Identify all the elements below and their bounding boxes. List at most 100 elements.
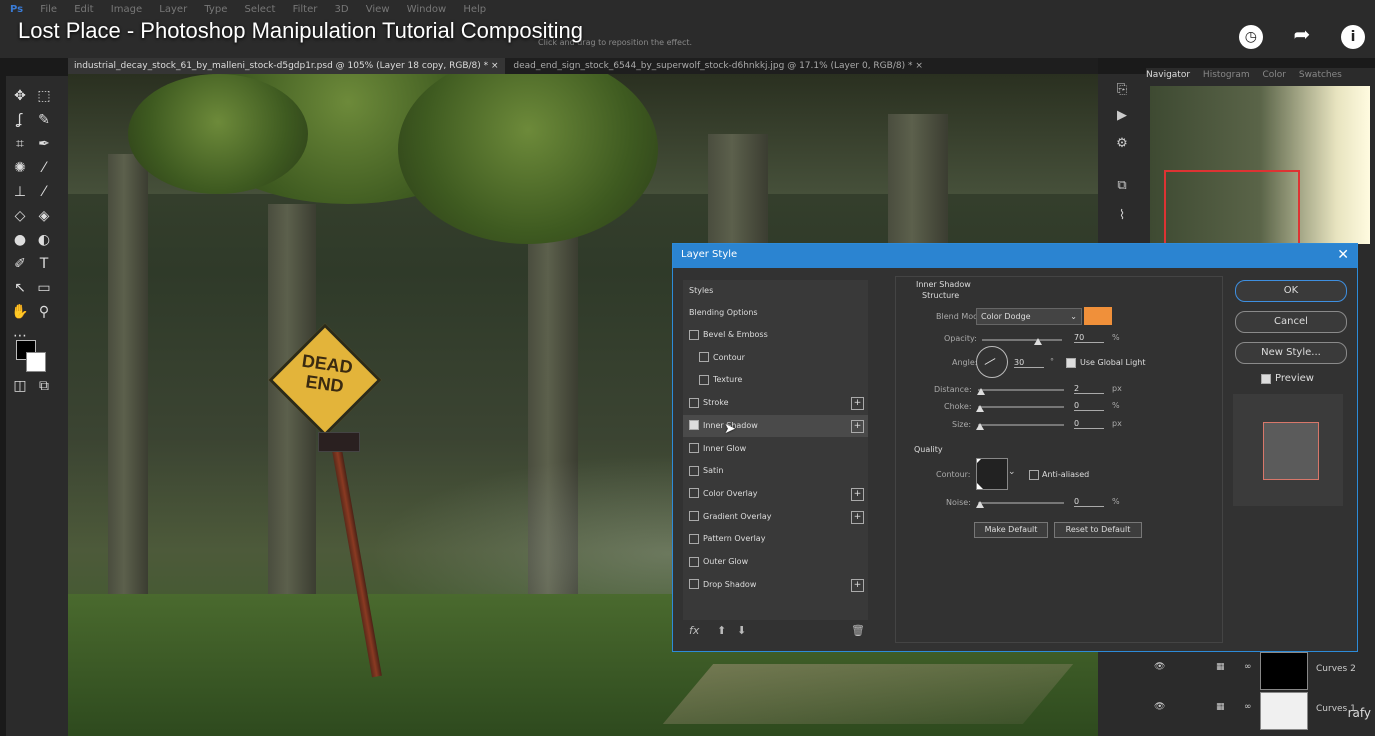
style-checkbox[interactable] (699, 374, 709, 385)
tab-histogram[interactable]: Histogram (1203, 70, 1250, 80)
healing-brush-icon[interactable]: ✺ (10, 158, 30, 178)
fx-icon[interactable]: fx (689, 624, 699, 637)
history-panel-icon[interactable]: ⎘ (1113, 82, 1131, 100)
blend-mode-select[interactable]: Color Dodge ⌄ (976, 308, 1082, 325)
blending-options[interactable]: Blending Options (683, 302, 868, 324)
menu-select[interactable]: Select (245, 0, 276, 20)
style-checkbox[interactable] (689, 465, 699, 476)
noise-slider-knob[interactable] (976, 501, 984, 508)
distance-slider-knob[interactable] (977, 388, 985, 395)
move-tool-icon[interactable]: ✥ (10, 86, 30, 106)
properties-panel-icon[interactable]: ⚙ (1113, 136, 1131, 154)
tab-industrial-decay[interactable]: industrial_decay_stock_61_by_malleni_sto… (68, 58, 505, 74)
style-item[interactable]: Inner Shadow + (683, 414, 868, 437)
rectangle-tool-icon[interactable]: ▭ (34, 278, 54, 298)
cancel-button[interactable]: Cancel (1235, 311, 1347, 333)
background-color-swatch[interactable] (26, 352, 46, 372)
eraser-tool-icon[interactable]: ◇ (10, 206, 30, 226)
style-checkbox[interactable] (689, 420, 699, 431)
pen-tool-icon[interactable]: ✐ (10, 254, 30, 274)
style-checkbox[interactable] (689, 488, 699, 499)
layer-row[interactable]: 👁 ▦ ∞ Curves 2 (1146, 650, 1375, 690)
contour-picker[interactable] (976, 458, 1008, 490)
size-slider[interactable] (978, 424, 1064, 426)
trash-icon[interactable]: 🗑 (851, 624, 865, 637)
style-item[interactable]: Outer Glow (683, 551, 868, 573)
chevron-down-icon[interactable]: ⌄ (1008, 467, 1016, 477)
add-style-icon[interactable]: + (851, 487, 864, 501)
blur-tool-icon[interactable]: ● (10, 230, 30, 250)
tab-dead-end-sign[interactable]: dead_end_sign_stock_6544_by_superwolf_st… (507, 58, 928, 74)
menu-type[interactable]: Type (204, 0, 227, 20)
style-checkbox[interactable] (689, 556, 699, 567)
menu-window[interactable]: Window (407, 0, 446, 20)
brush-panel-icon[interactable]: ⌇ (1113, 208, 1131, 226)
style-checkbox[interactable] (689, 329, 699, 340)
eye-icon[interactable]: 👁 (1154, 662, 1165, 672)
info-icon[interactable]: i (1341, 25, 1365, 49)
preview-checkbox[interactable] (1261, 374, 1271, 384)
noise-slider[interactable] (978, 502, 1064, 504)
marquee-tool-icon[interactable]: ⬚ (34, 86, 54, 106)
style-checkbox[interactable] (689, 397, 699, 408)
style-item[interactable]: Inner Glow (683, 438, 868, 460)
move-down-icon[interactable]: ⬇ (737, 624, 746, 637)
style-item[interactable]: Bevel & Emboss (683, 324, 868, 346)
new-style-button[interactable]: New Style... (1235, 342, 1347, 364)
add-style-icon[interactable]: + (851, 578, 864, 592)
use-global-light-checkbox[interactable] (1066, 358, 1076, 368)
add-style-icon[interactable]: + (851, 510, 864, 524)
size-value[interactable]: 0 (1074, 419, 1104, 429)
navigator-view-box[interactable] (1164, 170, 1300, 250)
eyedropper-icon[interactable]: ✒ (34, 134, 54, 154)
size-slider-knob[interactable] (976, 423, 984, 430)
choke-value[interactable]: 0 (1074, 401, 1104, 411)
tab-swatches[interactable]: Swatches (1299, 70, 1342, 80)
style-item[interactable]: Satin (683, 460, 868, 482)
brush-tool-icon[interactable]: ⁄ (34, 158, 54, 178)
layer-row[interactable]: 👁 ▦ ∞ Curves 1 (1146, 690, 1375, 730)
dialog-title-bar[interactable]: Layer Style ✕ (673, 244, 1357, 268)
menu-view[interactable]: View (366, 0, 390, 20)
menu-file[interactable]: File (40, 0, 57, 20)
path-select-icon[interactable]: ↖ (10, 278, 30, 298)
adjustments-panel-icon[interactable]: ⧉ (1113, 178, 1131, 196)
style-checkbox[interactable] (689, 579, 699, 590)
menu-layer[interactable]: Layer (159, 0, 187, 20)
style-item[interactable]: Texture (683, 369, 868, 391)
ok-button[interactable]: OK (1235, 280, 1347, 302)
style-item[interactable]: Gradient Overlay + (683, 506, 868, 528)
blend-color-swatch[interactable] (1084, 307, 1112, 325)
distance-value[interactable]: 2 (1074, 384, 1104, 394)
actions-play-icon[interactable]: ▶ (1113, 108, 1131, 126)
style-checkbox[interactable] (689, 443, 699, 453)
menu-edit[interactable]: Edit (74, 0, 93, 20)
zoom-tool-icon[interactable]: ⚲ (34, 302, 54, 322)
tab-navigator[interactable]: Navigator (1146, 70, 1190, 80)
move-up-icon[interactable]: ⬆ (717, 624, 726, 637)
anti-aliased-checkbox[interactable] (1029, 470, 1039, 480)
history-brush-icon[interactable]: ⁄ (34, 182, 54, 202)
style-checkbox[interactable] (689, 533, 699, 544)
style-checkbox[interactable] (689, 511, 699, 522)
clock-icon[interactable]: ◷ (1238, 25, 1263, 49)
dodge-tool-icon[interactable]: ◐ (34, 230, 54, 250)
share-icon[interactable]: ➦ (1290, 22, 1314, 46)
style-item[interactable]: Stroke + (683, 392, 868, 414)
style-item[interactable]: Drop Shadow + (683, 574, 868, 596)
menu-filter[interactable]: Filter (293, 0, 318, 20)
style-item[interactable]: Color Overlay + (683, 483, 868, 505)
opacity-value[interactable]: 70 (1074, 333, 1104, 343)
lasso-tool-icon[interactable]: ʆ (10, 110, 30, 130)
type-tool-icon[interactable]: T (34, 254, 54, 274)
menu-3d[interactable]: 3D (335, 0, 349, 20)
menu-help[interactable]: Help (463, 0, 486, 20)
noise-value[interactable]: 0 (1074, 497, 1104, 507)
eye-icon[interactable]: 👁 (1154, 702, 1165, 712)
reset-to-default-button[interactable]: Reset to Default (1054, 522, 1142, 538)
choke-slider-knob[interactable] (976, 405, 984, 412)
add-style-icon[interactable]: + (851, 397, 864, 411)
angle-dial[interactable] (976, 346, 1008, 378)
style-checkbox[interactable] (699, 352, 709, 363)
screen-mode-icon[interactable]: ⧉ (34, 376, 54, 396)
